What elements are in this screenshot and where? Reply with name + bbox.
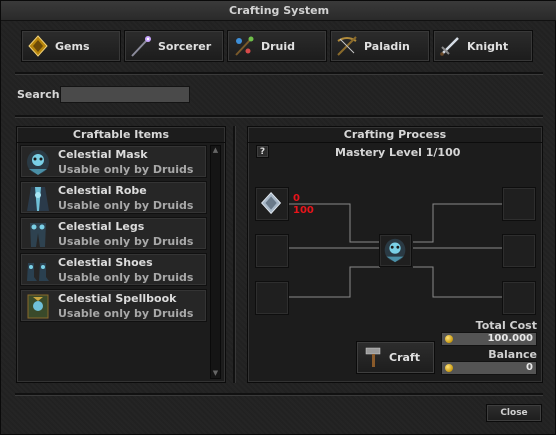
material-slot-empty[interactable] [255, 234, 289, 268]
divider [15, 72, 543, 75]
balance-value: 0 [526, 362, 533, 373]
item-desc: Usable only by Druids [58, 271, 194, 284]
tab-paladin-label: Paladin [364, 40, 410, 53]
craft-button[interactable]: Craft [356, 341, 435, 374]
balance-label: Balance [488, 348, 537, 361]
material-slot-empty[interactable] [255, 281, 289, 315]
search-input[interactable] [60, 86, 190, 103]
gem-icon [28, 35, 48, 57]
material-required: 100 [293, 205, 314, 216]
list-item-celestial-spellbook[interactable]: Celestial Spellbook Usable only by Druid… [20, 289, 207, 322]
list-item-celestial-shoes[interactable]: Celestial Shoes Usable only by Druids [20, 253, 207, 286]
result-slot [379, 234, 412, 267]
list-item-celestial-robe[interactable]: Celestial Robe Usable only by Druids [20, 181, 207, 214]
divider [15, 393, 543, 396]
tab-sorcerer[interactable]: Sorcerer [124, 30, 224, 62]
craftable-items-title: Craftable Items [17, 127, 225, 143]
total-cost-label: Total Cost [475, 319, 537, 332]
craftable-items-panel: Craftable Items Celestial Mask Usable on… [16, 126, 226, 383]
mask-icon [384, 238, 406, 263]
total-cost-field: 100.000 [441, 332, 537, 346]
tab-gems-label: Gems [55, 40, 90, 53]
scroll-up-icon[interactable]: ▲ [212, 147, 219, 154]
divider [15, 115, 543, 118]
total-cost-value: 100.000 [487, 333, 533, 344]
vertical-divider [233, 126, 236, 383]
crafting-window: Crafting System Gems Sorcerer Druid Pala… [0, 0, 556, 435]
material-slot[interactable] [255, 187, 289, 221]
mask-icon [27, 150, 49, 175]
item-desc: Usable only by Druids [58, 307, 194, 320]
tab-druid-label: Druid [261, 40, 296, 53]
item-desc: Usable only by Druids [58, 163, 194, 176]
craft-button-label: Craft [389, 351, 420, 364]
item-desc: Usable only by Druids [58, 199, 194, 212]
tab-druid[interactable]: Druid [227, 30, 327, 62]
output-slot-empty [502, 281, 536, 315]
wand-icon [131, 36, 151, 57]
shoes-icon [27, 263, 49, 281]
robe-icon [27, 187, 49, 211]
list-item-celestial-mask[interactable]: Celestial Mask Usable only by Druids [20, 145, 207, 178]
output-slot-empty [502, 187, 536, 221]
window-title: Crafting System [1, 1, 556, 21]
item-name: Celestial Robe [58, 184, 147, 197]
gold-coin-icon [445, 335, 453, 343]
item-name: Celestial Shoes [58, 256, 153, 269]
material-owned: 0 [293, 193, 300, 204]
search-label: Search [17, 88, 60, 101]
balance-field: 0 [441, 361, 537, 375]
item-desc: Usable only by Druids [58, 235, 194, 248]
items-scrollbar[interactable]: ▲ ▼ [210, 145, 221, 379]
hammer-icon [365, 347, 381, 367]
sword-icon [440, 37, 459, 56]
rod-icon [235, 36, 254, 56]
scroll-down-icon[interactable]: ▼ [212, 370, 219, 377]
list-item-celestial-legs[interactable]: Celestial Legs Usable only by Druids [20, 217, 207, 250]
legs-icon [30, 223, 46, 247]
item-name: Celestial Legs [58, 220, 145, 233]
spellbook-icon [27, 294, 49, 319]
tab-gems[interactable]: Gems [21, 30, 121, 62]
item-name: Celestial Mask [58, 148, 148, 161]
tab-knight[interactable]: Knight [433, 30, 533, 62]
tab-paladin[interactable]: Paladin [330, 30, 430, 62]
item-name: Celestial Spellbook [58, 292, 177, 305]
tab-knight-label: Knight [467, 40, 509, 53]
category-tabs: Gems Sorcerer Druid Paladin Knight [21, 30, 537, 62]
tab-sorcerer-label: Sorcerer [158, 40, 212, 53]
crossbow-icon [337, 36, 357, 56]
gold-coin-icon [445, 364, 453, 372]
close-button[interactable]: Close [486, 404, 542, 422]
crystal-icon [261, 192, 282, 215]
output-slot-empty [502, 234, 536, 268]
